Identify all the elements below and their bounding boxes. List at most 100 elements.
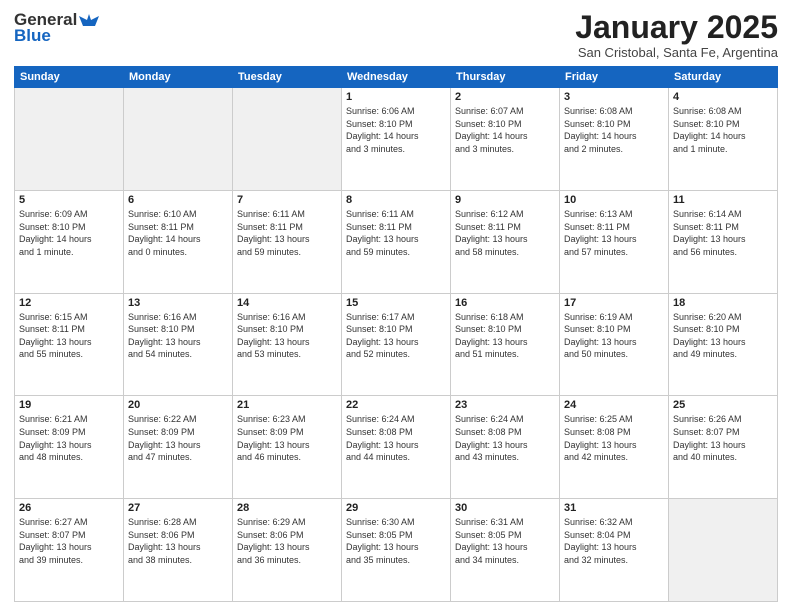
day-info: Sunrise: 6:08 AM Sunset: 8:10 PM Dayligh… [673, 105, 773, 155]
day-number: 20 [128, 399, 228, 411]
day-number: 2 [455, 91, 555, 103]
day-number: 9 [455, 194, 555, 206]
day-number: 11 [673, 194, 773, 206]
calendar-table: SundayMondayTuesdayWednesdayThursdayFrid… [14, 66, 778, 602]
day-number: 14 [237, 297, 337, 309]
day-number: 24 [564, 399, 664, 411]
day-info: Sunrise: 6:19 AM Sunset: 8:10 PM Dayligh… [564, 311, 664, 361]
day-cell-27: 27Sunrise: 6:28 AM Sunset: 8:06 PM Dayli… [124, 499, 233, 602]
day-info: Sunrise: 6:07 AM Sunset: 8:10 PM Dayligh… [455, 105, 555, 155]
empty-cell [15, 88, 124, 191]
day-cell-24: 24 Sunrise: 6:25 AM Sunset: 8:08 PM Dayli… [560, 396, 669, 499]
day-cell-31: 31 Sunrise: 6:32 AM Sunset: 8:04 PM Dayli… [560, 499, 669, 602]
day-info: Sunrise: 6:13 AM Sunset: 8:11 PM Dayligh… [564, 208, 664, 258]
day-info: Sunrise: 6:24 AM Sunset: 8:08 PM Dayligh… [455, 413, 555, 463]
day-info: Sunrise: 6:14 AM Sunset: 8:11 PM Dayligh… [673, 208, 773, 258]
day-number: 5 [19, 194, 119, 206]
day-cell-20: 20 Sunrise: 6:22 AM Sunset: 8:09 PM Dayli… [124, 396, 233, 499]
week-row-4: 19 Sunrise: 6:21 AM Sunset: 8:09 PM Dayli… [15, 396, 778, 499]
day-number: 6 [128, 194, 228, 206]
day-info: Sunrise: 6:17 AM Sunset: 8:10 PM Dayligh… [346, 311, 446, 361]
logo-area: General Blue [14, 10, 99, 46]
day-cell-30: 30 Sunrise: 6:31 AM Sunset: 8:05 PM Dayli… [451, 499, 560, 602]
day-cell-16: 16Sunrise: 6:18 AM Sunset: 8:10 PM Dayli… [451, 293, 560, 396]
day-info: Sunrise: 6:16 AM Sunset: 8:10 PM Dayligh… [128, 311, 228, 361]
day-number: 7 [237, 194, 337, 206]
logo-blue-text: Blue [14, 26, 51, 46]
day-number: 10 [564, 194, 664, 206]
day-info: Sunrise: 6:32 AM Sunset: 8:04 PM Dayligh… [564, 516, 664, 566]
day-info: Sunrise: 6:11 AM Sunset: 8:11 PM Dayligh… [237, 208, 337, 258]
day-number: 27 [128, 502, 228, 514]
day-number: 8 [346, 194, 446, 206]
day-cell-29: 29 Sunrise: 6:30 AM Sunset: 8:05 PM Dayli… [342, 499, 451, 602]
weekday-header-monday: Monday [124, 67, 233, 88]
day-number: 18 [673, 297, 773, 309]
day-number: 23 [455, 399, 555, 411]
day-cell-12: 12 Sunrise: 6:15 AM Sunset: 8:11 PM Dayli… [15, 293, 124, 396]
day-number: 17 [564, 297, 664, 309]
day-number: 21 [237, 399, 337, 411]
day-number: 12 [19, 297, 119, 309]
day-cell-6: 6 Sunrise: 6:10 AM Sunset: 8:11 PM Daylig… [124, 190, 233, 293]
day-number: 13 [128, 297, 228, 309]
day-info: Sunrise: 6:11 AM Sunset: 8:11 PM Dayligh… [346, 208, 446, 258]
calendar-page: General Blue January 2025 San Cristobal,… [0, 0, 792, 612]
empty-cell [124, 88, 233, 191]
day-number: 19 [19, 399, 119, 411]
week-row-2: 5 Sunrise: 6:09 AM Sunset: 8:10 PM Daylig… [15, 190, 778, 293]
day-info: Sunrise: 6:09 AM Sunset: 8:10 PM Dayligh… [19, 208, 119, 258]
day-cell-14: 14 Sunrise: 6:16 AM Sunset: 8:10 PM Dayli… [233, 293, 342, 396]
day-cell-8: 8 Sunrise: 6:11 AM Sunset: 8:11 PM Daylig… [342, 190, 451, 293]
logo-icon [79, 12, 99, 28]
day-number: 28 [237, 502, 337, 514]
day-info: Sunrise: 6:21 AM Sunset: 8:09 PM Dayligh… [19, 413, 119, 463]
day-number: 30 [455, 502, 555, 514]
day-cell-26: 26Sunrise: 6:27 AM Sunset: 8:07 PM Dayli… [15, 499, 124, 602]
weekday-header-saturday: Saturday [669, 67, 778, 88]
day-cell-15: 15Sunrise: 6:17 AM Sunset: 8:10 PM Dayli… [342, 293, 451, 396]
day-number: 31 [564, 502, 664, 514]
day-cell-18: 18 Sunrise: 6:20 AM Sunset: 8:10 PM Dayli… [669, 293, 778, 396]
day-number: 16 [455, 297, 555, 309]
day-number: 29 [346, 502, 446, 514]
day-info: Sunrise: 6:22 AM Sunset: 8:09 PM Dayligh… [128, 413, 228, 463]
day-cell-7: 7 Sunrise: 6:11 AM Sunset: 8:11 PM Daylig… [233, 190, 342, 293]
day-info: Sunrise: 6:25 AM Sunset: 8:08 PM Dayligh… [564, 413, 664, 463]
day-info: Sunrise: 6:06 AM Sunset: 8:10 PM Dayligh… [346, 105, 446, 155]
day-info: Sunrise: 6:31 AM Sunset: 8:05 PM Dayligh… [455, 516, 555, 566]
day-cell-10: 10 Sunrise: 6:13 AM Sunset: 8:11 PM Dayli… [560, 190, 669, 293]
calendar-title: January 2025 [575, 10, 778, 45]
day-info: Sunrise: 6:15 AM Sunset: 8:11 PM Dayligh… [19, 311, 119, 361]
day-number: 1 [346, 91, 446, 103]
day-cell-19: 19 Sunrise: 6:21 AM Sunset: 8:09 PM Dayli… [15, 396, 124, 499]
day-info: Sunrise: 6:12 AM Sunset: 8:11 PM Dayligh… [455, 208, 555, 258]
day-info: Sunrise: 6:26 AM Sunset: 8:07 PM Dayligh… [673, 413, 773, 463]
day-cell-1: 1 Sunrise: 6:06 AM Sunset: 8:10 PM Daylig… [342, 88, 451, 191]
calendar-subtitle: San Cristobal, Santa Fe, Argentina [575, 45, 778, 60]
day-cell-3: 3Sunrise: 6:08 AM Sunset: 8:10 PM Daylig… [560, 88, 669, 191]
day-number: 25 [673, 399, 773, 411]
day-cell-5: 5 Sunrise: 6:09 AM Sunset: 8:10 PM Daylig… [15, 190, 124, 293]
day-cell-21: 21 Sunrise: 6:23 AM Sunset: 8:09 PM Dayli… [233, 396, 342, 499]
day-info: Sunrise: 6:24 AM Sunset: 8:08 PM Dayligh… [346, 413, 446, 463]
day-cell-23: 23 Sunrise: 6:24 AM Sunset: 8:08 PM Dayli… [451, 396, 560, 499]
day-cell-13: 13 Sunrise: 6:16 AM Sunset: 8:10 PM Dayli… [124, 293, 233, 396]
weekday-header-sunday: Sunday [15, 67, 124, 88]
day-info: Sunrise: 6:20 AM Sunset: 8:10 PM Dayligh… [673, 311, 773, 361]
day-cell-9: 9 Sunrise: 6:12 AM Sunset: 8:11 PM Daylig… [451, 190, 560, 293]
day-number: 22 [346, 399, 446, 411]
day-info: Sunrise: 6:08 AM Sunset: 8:10 PM Dayligh… [564, 105, 664, 155]
day-info: Sunrise: 6:23 AM Sunset: 8:09 PM Dayligh… [237, 413, 337, 463]
empty-cell [669, 499, 778, 602]
day-info: Sunrise: 6:10 AM Sunset: 8:11 PM Dayligh… [128, 208, 228, 258]
day-info: Sunrise: 6:29 AM Sunset: 8:06 PM Dayligh… [237, 516, 337, 566]
day-info: Sunrise: 6:16 AM Sunset: 8:10 PM Dayligh… [237, 311, 337, 361]
day-info: Sunrise: 6:30 AM Sunset: 8:05 PM Dayligh… [346, 516, 446, 566]
day-info: Sunrise: 6:27 AM Sunset: 8:07 PM Dayligh… [19, 516, 119, 566]
weekday-header-row: SundayMondayTuesdayWednesdayThursdayFrid… [15, 67, 778, 88]
weekday-header-thursday: Thursday [451, 67, 560, 88]
week-row-5: 26Sunrise: 6:27 AM Sunset: 8:07 PM Dayli… [15, 499, 778, 602]
week-row-1: 1 Sunrise: 6:06 AM Sunset: 8:10 PM Daylig… [15, 88, 778, 191]
day-cell-28: 28 Sunrise: 6:29 AM Sunset: 8:06 PM Dayli… [233, 499, 342, 602]
